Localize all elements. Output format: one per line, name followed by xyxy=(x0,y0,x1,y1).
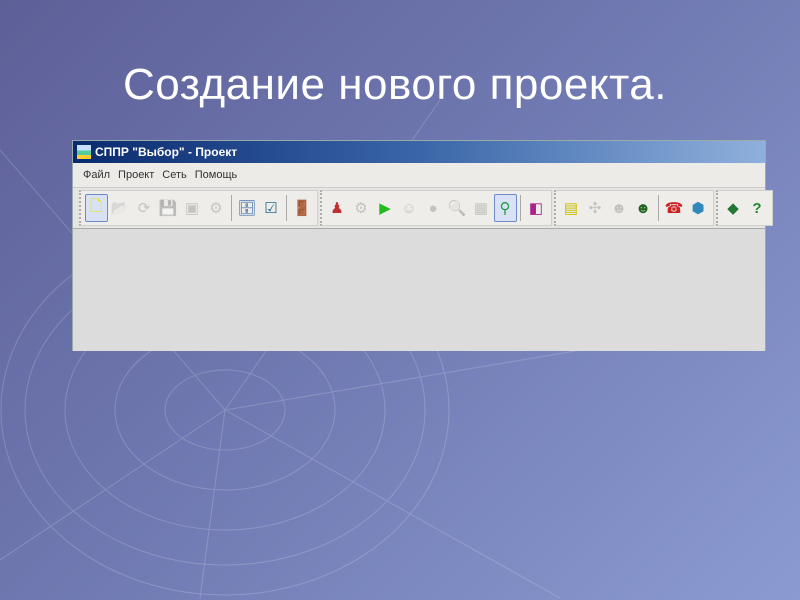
save-icon: 💾 xyxy=(158,200,178,217)
reload-button[interactable]: ⟳ xyxy=(133,194,156,222)
network-icon: ✣ xyxy=(588,200,602,217)
toolbar-separator xyxy=(286,195,287,221)
print-icon: ▣ xyxy=(184,200,200,217)
search-button[interactable]: ⚲ xyxy=(493,194,517,222)
preview-icon: 🔍 xyxy=(447,200,467,217)
checklist-icon: ☑ xyxy=(264,200,278,217)
toolbar-group: ♟ ⚙ ▶ ☺ ● 🔍 ▦ ⚲ ◧ xyxy=(320,190,552,226)
chart-icon: ▦ xyxy=(473,200,489,217)
print-button[interactable]: ▣ xyxy=(181,194,204,222)
document-settings-button[interactable]: ⚙ xyxy=(205,194,228,222)
toolbar: 🗋 📂 ⟳ 💾 ▣ ⚙ 🗄 ☑ 🚪 ♟ ⚙ ▶ ☺ ● 🔍 ▦ ⚲ ◧ ▤ ✣ ☻ ☻ ☎ ⬢ ◆? xyxy=(73,188,773,229)
toolbar-separator xyxy=(520,195,521,221)
open-folder-icon: 📂 xyxy=(110,200,130,217)
help-button[interactable]: ? xyxy=(746,194,769,222)
play-button[interactable]: ▶ xyxy=(374,194,397,222)
checklist-button[interactable]: ☑ xyxy=(260,194,283,222)
search-icon: ⚲ xyxy=(499,200,511,217)
app-window: СППР "Выбор" - Проект Файл Проект Сеть П… xyxy=(72,140,773,351)
document-import-button[interactable]: ▤ xyxy=(560,194,583,222)
gears-icon: ⚙ xyxy=(354,200,368,217)
database-icon: 🗄 xyxy=(237,200,257,217)
database-button[interactable]: 🗄 xyxy=(236,194,259,222)
packages-button[interactable]: ⬢ xyxy=(687,194,710,222)
title-bar: СППР "Выбор" - Проект xyxy=(73,141,765,163)
globe-icon: ● xyxy=(428,199,438,217)
menu-help[interactable]: Помощь xyxy=(195,169,238,181)
network-button[interactable]: ✣ xyxy=(584,194,607,222)
toolbar-group: ◆? xyxy=(716,190,773,226)
users-icon: ☻ xyxy=(611,199,627,217)
document-import-icon: ▤ xyxy=(563,200,579,217)
packages-icon: ⬢ xyxy=(691,200,705,217)
user-icon: ☻ xyxy=(635,199,651,217)
menu-bar: Файл Проект Сеть Помощь xyxy=(73,163,765,188)
slide-title: Создание нового проекта. xyxy=(123,60,667,109)
expert-button[interactable]: ☺ xyxy=(398,194,421,222)
menu-network[interactable]: Сеть xyxy=(162,169,186,181)
reload-icon: ⟳ xyxy=(137,200,151,217)
toolbar-separator xyxy=(658,195,659,221)
preview-button[interactable]: 🔍 xyxy=(446,194,469,222)
palette-icon: ◧ xyxy=(528,200,544,217)
chart-button[interactable]: ▦ xyxy=(470,194,493,222)
phone-icon: ☎ xyxy=(664,200,684,217)
menu-project[interactable]: Проект xyxy=(118,169,154,181)
globe-button[interactable]: ● xyxy=(422,194,445,222)
team-button[interactable]: ♟ xyxy=(326,194,349,222)
diamond-icon: ◆ xyxy=(727,200,739,217)
menu-file[interactable]: Файл xyxy=(83,169,110,181)
save-button[interactable]: 💾 xyxy=(157,194,180,222)
diamond-button[interactable]: ◆ xyxy=(722,194,745,222)
users-button[interactable]: ☻ xyxy=(608,194,631,222)
gears-button[interactable]: ⚙ xyxy=(350,194,373,222)
exit-door-button[interactable]: 🚪 xyxy=(291,194,314,222)
phone-button[interactable]: ☎ xyxy=(663,194,686,222)
toolbar-group: ▤ ✣ ☻ ☻ ☎ ⬢ xyxy=(554,190,714,226)
window-title: СППР "Выбор" - Проект xyxy=(95,145,238,159)
team-icon: ♟ xyxy=(330,200,344,217)
exit-door-icon: 🚪 xyxy=(292,200,312,217)
expert-icon: ☺ xyxy=(401,199,417,217)
new-file-icon: 🗋 xyxy=(89,197,103,215)
toolbar-group: 🗋 📂 ⟳ 💾 ▣ ⚙ 🗄 ☑ 🚪 xyxy=(79,190,318,226)
help-icon: ? xyxy=(752,199,762,217)
palette-button[interactable]: ◧ xyxy=(525,194,548,222)
play-icon: ▶ xyxy=(379,200,391,217)
user-button[interactable]: ☻ xyxy=(632,194,655,222)
workspace xyxy=(73,229,765,351)
new-file-button[interactable]: 🗋 xyxy=(84,194,108,222)
open-folder-button[interactable]: 📂 xyxy=(109,194,132,222)
document-settings-icon: ⚙ xyxy=(209,200,223,217)
app-icon xyxy=(77,145,91,159)
toolbar-separator xyxy=(231,195,232,221)
